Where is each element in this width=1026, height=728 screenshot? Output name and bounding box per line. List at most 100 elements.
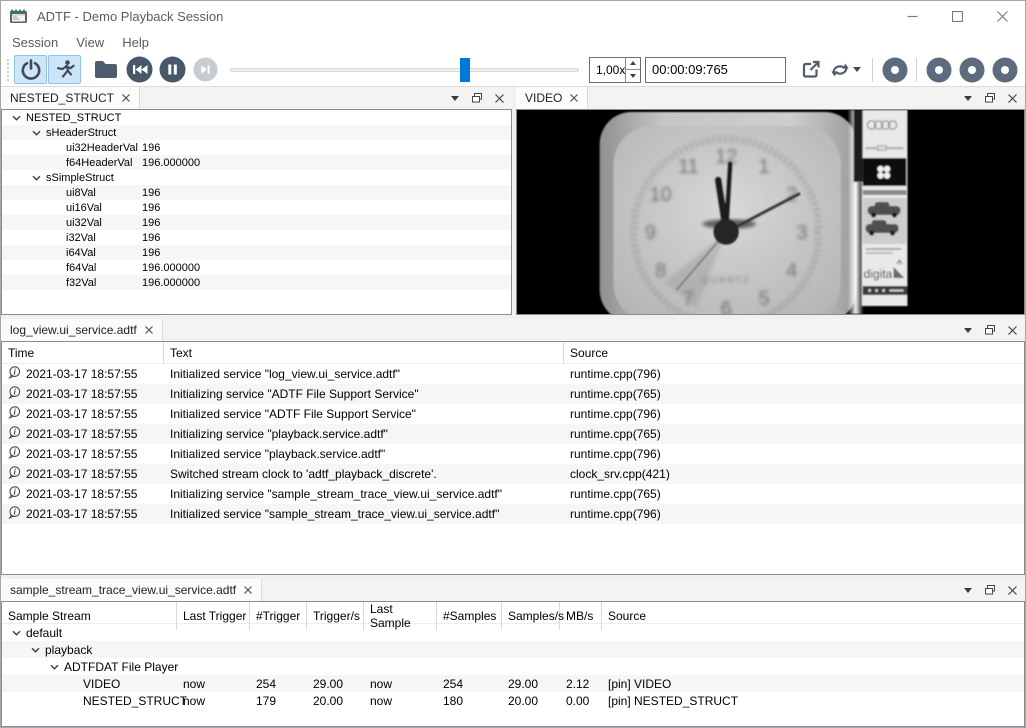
tree-row[interactable]: ui16Val196 — [2, 200, 511, 215]
open-session-button[interactable] — [89, 55, 122, 84]
speed-decrease-button[interactable] — [626, 70, 640, 82]
step-forward-button[interactable] — [192, 56, 219, 83]
log-row[interactable]: i2021-03-17 18:57:55Initializing service… — [2, 424, 1024, 444]
expand-chevron-icon[interactable] — [25, 647, 45, 653]
power-toggle-button[interactable] — [14, 55, 47, 84]
panel-menu-button[interactable] — [959, 89, 977, 107]
log-table-header[interactable]: TimeTextSource — [2, 342, 1024, 364]
column-header--samples[interactable]: #Samples — [437, 602, 502, 630]
tree-row[interactable]: f64HeaderVal196.000000 — [2, 155, 511, 170]
log-row[interactable]: i2021-03-17 18:57:55Initialized service … — [2, 404, 1024, 424]
panel-float-button[interactable] — [981, 89, 999, 107]
pause-button[interactable] — [159, 56, 186, 83]
panel-float-button[interactable] — [981, 321, 999, 339]
run-toggle-button[interactable] — [48, 55, 81, 84]
toolbar-drag-handle[interactable] — [6, 58, 11, 82]
panel-menu-button[interactable] — [959, 321, 977, 339]
info-icon: i — [8, 426, 21, 442]
tab-close-icon[interactable] — [145, 326, 153, 334]
svg-text:12: 12 — [715, 146, 737, 168]
column-header-text[interactable]: Text — [164, 342, 564, 363]
speed-increase-button[interactable] — [626, 58, 640, 71]
menu-session[interactable]: Session — [3, 33, 67, 52]
tab-trace-view[interactable]: sample_stream_trace_view.ui_service.adtf — [1, 579, 262, 601]
panel-close-button[interactable] — [1003, 581, 1021, 599]
column-header-source[interactable]: Source — [602, 602, 1024, 630]
column-header-trigger-s[interactable]: Trigger/s — [307, 602, 364, 630]
trace-table-header[interactable]: Sample StreamLast Trigger#TriggerTrigger… — [2, 602, 1024, 624]
record-button-3[interactable] — [958, 56, 985, 83]
close-button[interactable] — [980, 1, 1025, 31]
log-row[interactable]: i2021-03-17 18:57:55Initializing service… — [2, 484, 1024, 504]
panel-float-button[interactable] — [468, 89, 486, 107]
column-header-samples-s[interactable]: Samples/s — [502, 602, 560, 630]
tree-row[interactable]: f64Val196.000000 — [2, 260, 511, 275]
record-button-2[interactable] — [925, 56, 952, 83]
panel-float-button[interactable] — [981, 581, 999, 599]
tree-row[interactable]: i32Val196 — [2, 230, 511, 245]
maximize-button[interactable] — [935, 1, 980, 31]
column-header-last-trigger[interactable]: Last Trigger — [177, 602, 250, 630]
timeline-slider-handle[interactable] — [460, 58, 470, 82]
trace-row[interactable]: NESTED_STRUCTnow17920.00now18020.000.00[… — [2, 692, 1024, 709]
menu-help[interactable]: Help — [113, 33, 158, 52]
log-row[interactable]: i2021-03-17 18:57:55Switched stream cloc… — [2, 464, 1024, 484]
float-icon — [985, 585, 995, 595]
tab-log-view[interactable]: log_view.ui_service.adtf — [1, 319, 163, 341]
tree-row[interactable]: sSimpleStruct — [2, 170, 511, 185]
minimize-button[interactable] — [890, 1, 935, 31]
trace-row[interactable]: playback — [2, 641, 1024, 658]
record-button-4[interactable] — [991, 56, 1018, 83]
panel-menu-button[interactable] — [446, 89, 464, 107]
panel-close-button[interactable] — [1003, 89, 1021, 107]
timeline-slider[interactable] — [230, 57, 579, 83]
trace-row[interactable]: ADTFDAT File Player — [2, 658, 1024, 675]
speed-spinbox[interactable]: 1,00x — [589, 57, 641, 83]
timeline-slider-track[interactable] — [230, 68, 579, 72]
column-header-source[interactable]: Source — [564, 342, 1024, 363]
tree-row[interactable]: ui32Val196 — [2, 215, 511, 230]
repeat-dropdown-icon[interactable] — [853, 67, 861, 72]
column-header--trigger[interactable]: #Trigger — [250, 602, 307, 630]
log-source: runtime.cpp(765) — [564, 487, 1024, 501]
log-row[interactable]: i2021-03-17 18:57:55Initialized service … — [2, 364, 1024, 384]
minimize-icon — [907, 11, 918, 22]
column-header-mb-s[interactable]: MB/s — [560, 602, 602, 630]
svg-text:6: 6 — [721, 298, 732, 314]
tab-close-icon[interactable] — [122, 94, 130, 102]
nested-struct-tree: NESTED_STRUCTsHeaderStructui32HeaderVal1… — [1, 109, 512, 315]
time-position-field[interactable]: 00:00:09:765 — [645, 57, 786, 83]
column-header-last-sample[interactable]: Last Sample — [364, 602, 437, 630]
log-row[interactable]: i2021-03-17 18:57:55Initialized service … — [2, 504, 1024, 524]
tree-row[interactable]: sHeaderStruct — [2, 125, 511, 140]
repeat-button[interactable] — [828, 55, 866, 84]
expand-chevron-icon[interactable] — [6, 115, 26, 121]
tab-close-icon[interactable] — [244, 586, 252, 594]
open-external-button[interactable] — [794, 55, 827, 84]
tab-close-icon[interactable] — [570, 94, 578, 102]
expand-chevron-icon[interactable] — [26, 175, 46, 181]
log-row[interactable]: i2021-03-17 18:57:55Initializing service… — [2, 384, 1024, 404]
expand-chevron-icon[interactable] — [6, 630, 26, 636]
tree-row[interactable]: f32Val196.000000 — [2, 275, 511, 290]
speed-value[interactable]: 1,00x — [590, 58, 625, 82]
panel-close-button[interactable] — [1003, 321, 1021, 339]
expand-chevron-icon[interactable] — [26, 130, 46, 136]
log-row[interactable]: i2021-03-17 18:57:55Initialized service … — [2, 444, 1024, 464]
panel-close-button[interactable] — [490, 89, 508, 107]
tab-nested-struct[interactable]: NESTED_STRUCT — [1, 87, 140, 109]
record-button-1[interactable] — [881, 56, 908, 83]
log-panel: log_view.ui_service.adtf — [1, 319, 1025, 575]
trace-row[interactable]: VIDEOnow25429.00now25429.002.12[pin] VID… — [2, 675, 1024, 692]
expand-chevron-icon[interactable] — [44, 664, 64, 670]
panel-menu-button[interactable] — [959, 581, 977, 599]
menu-view[interactable]: View — [67, 33, 113, 52]
tab-video[interactable]: VIDEO — [516, 87, 588, 109]
column-header-time[interactable]: Time — [2, 342, 164, 363]
tree-row[interactable]: ui32HeaderVal196 — [2, 140, 511, 155]
tree-row[interactable]: i64Val196 — [2, 245, 511, 260]
skip-backward-button[interactable] — [126, 56, 153, 83]
tree-row[interactable]: NESTED_STRUCT — [2, 110, 511, 125]
tree-row[interactable]: ui8Val196 — [2, 185, 511, 200]
log-text: Switched stream clock to 'adtf_playback_… — [164, 467, 564, 481]
